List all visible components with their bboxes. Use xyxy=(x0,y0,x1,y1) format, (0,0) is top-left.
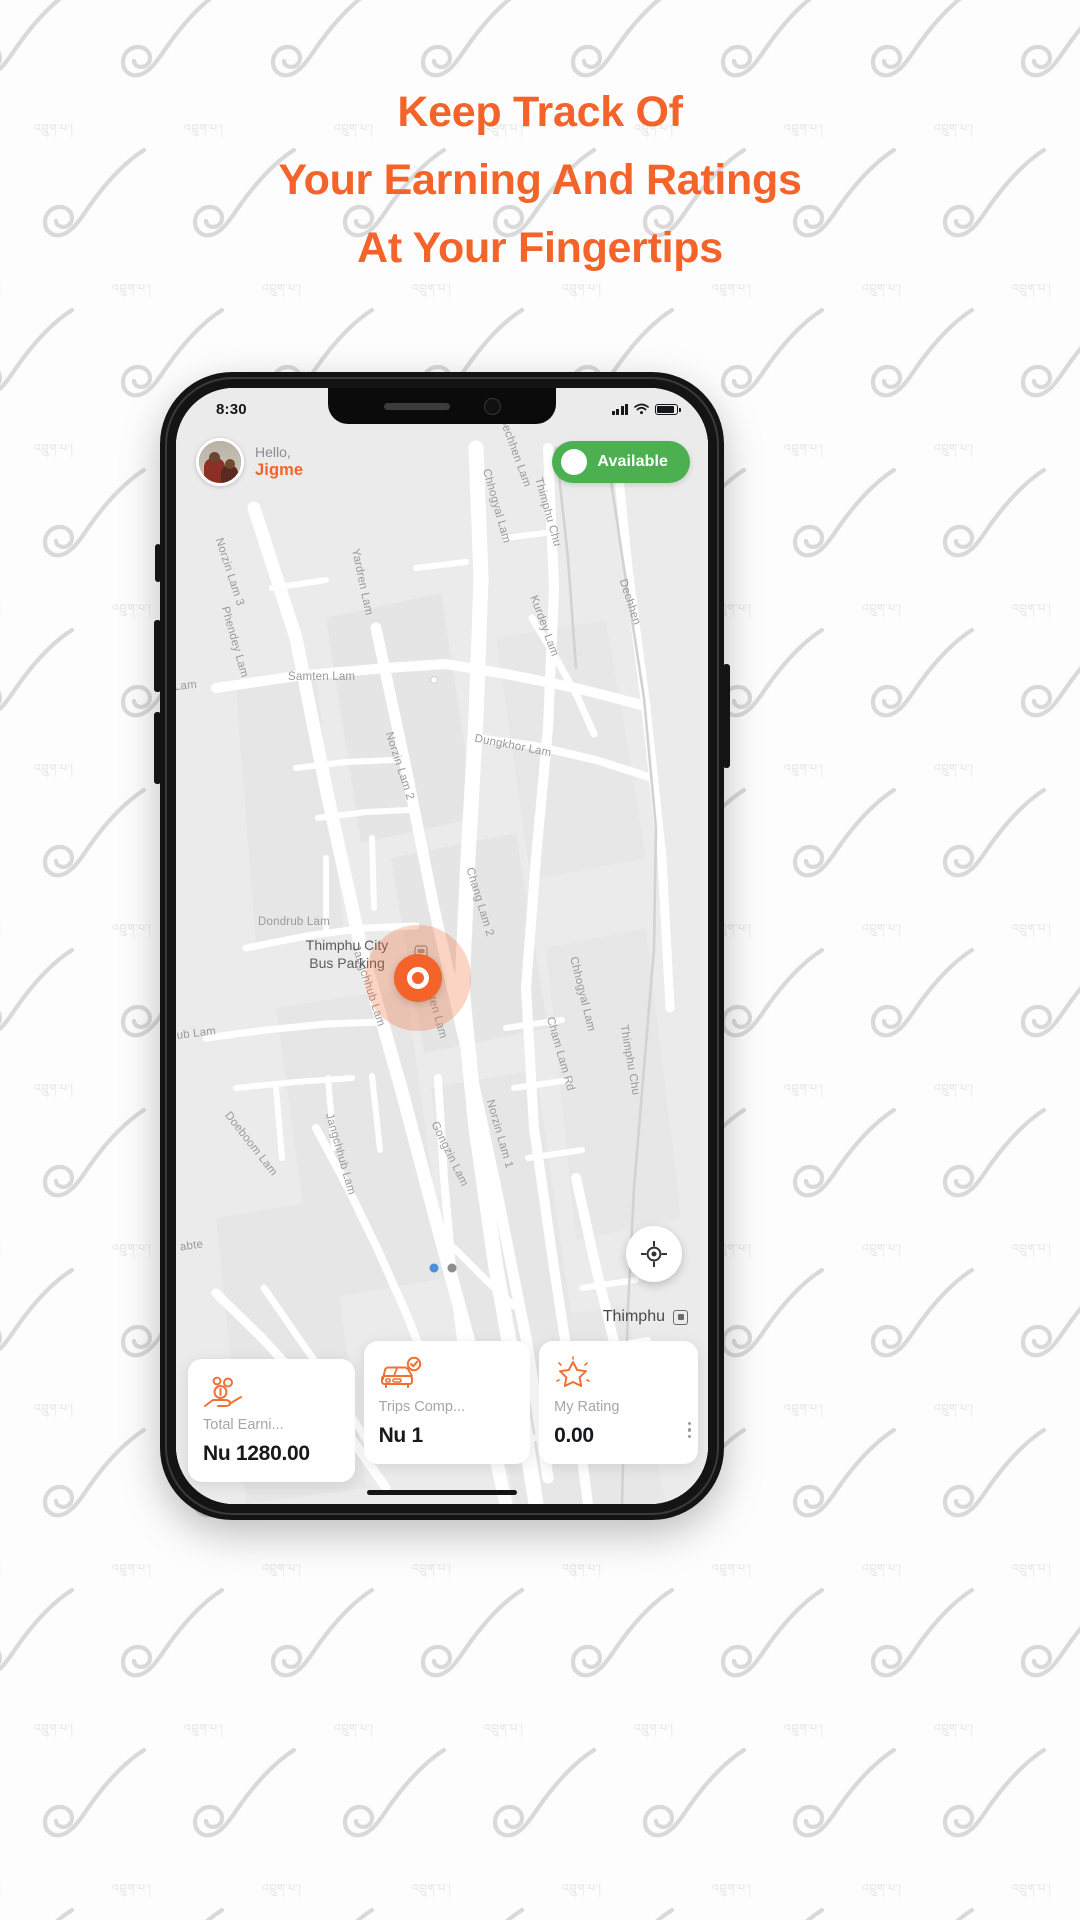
home-indicator xyxy=(367,1490,517,1495)
stat-value: Nu 1280.00 xyxy=(203,1442,310,1465)
phone-volume-down-button[interactable] xyxy=(154,712,161,784)
stat-label: Trips Comp... xyxy=(378,1399,466,1415)
more-options-icon[interactable] xyxy=(687,1421,691,1438)
driver-name: Jigme xyxy=(255,460,304,479)
stat-card-trips-completed[interactable]: Trips Comp... Nu 1 xyxy=(363,1341,531,1464)
avatar[interactable] xyxy=(196,438,244,486)
driver-location-marker[interactable] xyxy=(365,925,471,1031)
map-canvas[interactable]: Norzin Lam 3 Phendey Lam Lam Samten Lam … xyxy=(176,388,708,1504)
road-label: Dondrub Lam xyxy=(258,916,330,928)
phone-mockup: Norzin Lam 3 Phendey Lam Lam Samten Lam … xyxy=(154,372,730,1520)
road-label: Samten Lam xyxy=(288,671,356,683)
greeting-text: Hello, Jigme xyxy=(255,444,303,480)
phone-volume-up-button[interactable] xyxy=(154,620,161,692)
battery-icon xyxy=(655,403,681,415)
headline-line-2: Your Earning And Ratings xyxy=(278,156,802,204)
availability-toggle[interactable]: Available xyxy=(552,441,690,483)
front-camera xyxy=(483,397,501,415)
marker-core xyxy=(394,954,442,1002)
marker-inner-ring xyxy=(407,967,429,989)
my-location-button[interactable] xyxy=(626,1226,682,1282)
place-chip-thimphu[interactable]: Thimphu xyxy=(603,1308,688,1326)
stat-label: Total Earni... xyxy=(203,1417,284,1433)
place-chip-label: Thimphu xyxy=(602,1308,665,1325)
stat-card-total-earnings[interactable]: Total Earni... Nu 1280.00 xyxy=(188,1359,355,1482)
app-header: Hello, Jigme Available xyxy=(176,438,708,486)
phone-mute-switch[interactable] xyxy=(155,544,161,582)
stat-value: Nu 1 xyxy=(378,1424,424,1447)
wifi-icon xyxy=(634,403,649,415)
hand-coins-icon xyxy=(203,1373,342,1411)
headline-line-3: At Your Fingertips xyxy=(357,224,723,272)
toggle-knob xyxy=(561,449,588,475)
phone-notch xyxy=(328,388,556,424)
earpiece-speaker xyxy=(383,402,450,410)
greeting-prefix: Hello, xyxy=(255,444,291,460)
status-bar-time: 8:30 xyxy=(216,400,247,418)
car-check-icon xyxy=(379,1355,518,1393)
crosshair-icon xyxy=(641,1241,667,1267)
headline-line-1: Keep Track Of xyxy=(397,88,683,136)
map-pin-square-icon xyxy=(673,1309,688,1325)
stat-value: 0.00 xyxy=(554,1424,594,1447)
phone-screen: Norzin Lam 3 Phendey Lam Lam Samten Lam … xyxy=(176,388,708,1504)
stat-card-my-rating[interactable]: My Rating 0.00 xyxy=(539,1341,698,1464)
phone-power-button[interactable] xyxy=(723,664,730,768)
signal-icon xyxy=(611,403,628,415)
status-bar-icons xyxy=(611,403,681,415)
headline: Keep Track Of Your Earning And Ratings A… xyxy=(0,78,1080,282)
greeting-block[interactable]: Hello, Jigme xyxy=(196,438,303,486)
availability-label: Available xyxy=(597,453,668,470)
road-label: Lam xyxy=(176,678,198,694)
stat-label: My Rating xyxy=(554,1399,620,1415)
star-icon xyxy=(554,1355,685,1393)
stats-row: Total Earni... Nu 1280.00 Trips Comp... … xyxy=(176,1341,708,1482)
